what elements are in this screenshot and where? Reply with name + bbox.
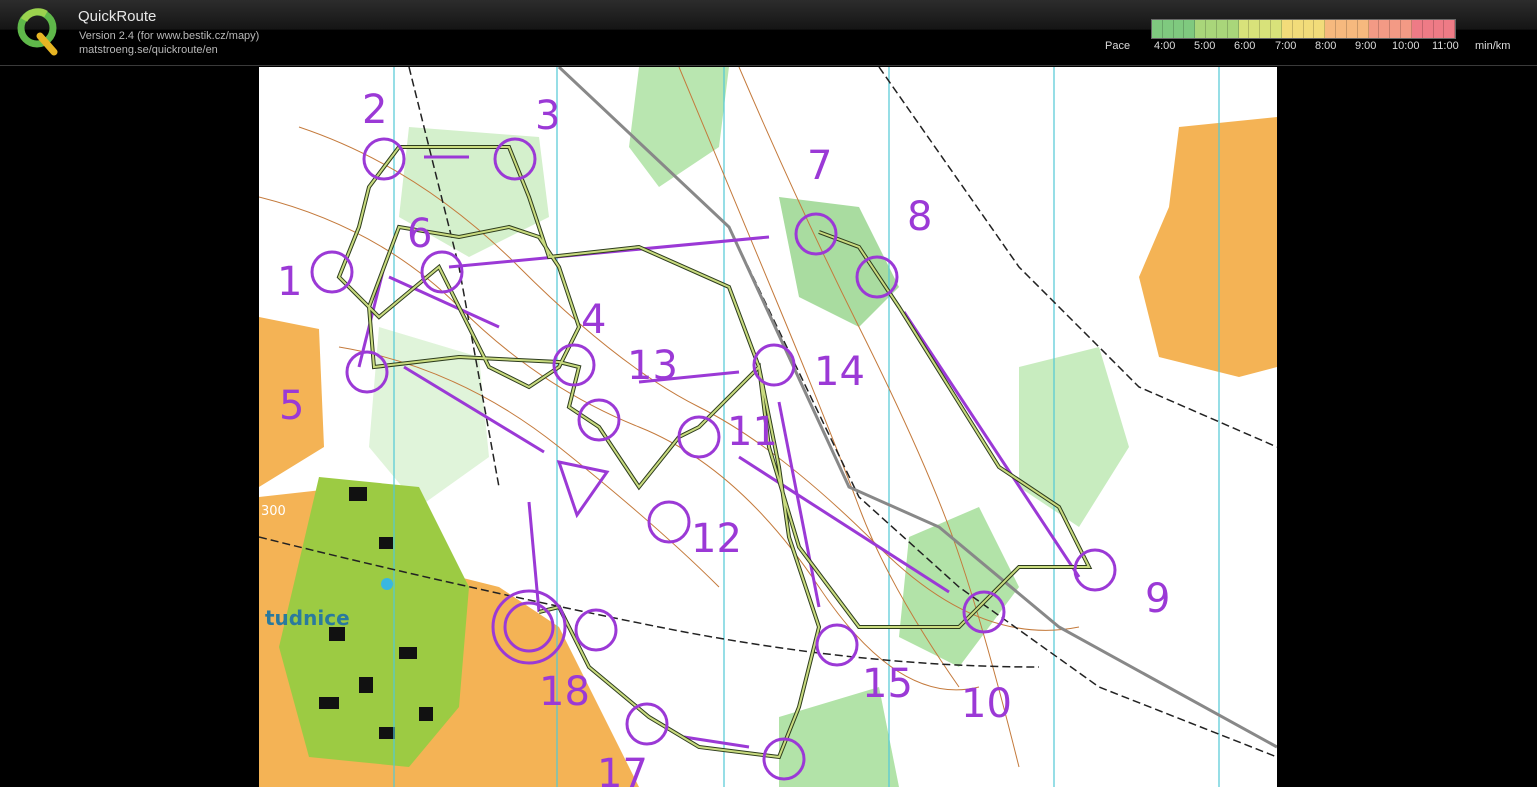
pace-color-segment [1368,20,1380,38]
control-number: 4 [581,297,606,343]
control-number: 17 [597,751,648,787]
orienteering-map[interactable]: tudnice 300 1 2 3 4 5 6 7 8 9 10 11 12 1… [259,67,1277,787]
pace-color-segment [1260,20,1272,38]
pace-color-segment [1422,20,1434,38]
pace-color-segment [1216,20,1228,38]
pace-color-segment [1281,20,1293,38]
pace-color-segment [1173,20,1185,38]
control-number: 1 [277,259,302,305]
pace-color-segment [1162,20,1174,38]
control-number: 8 [907,194,932,240]
pace-color-segment [1390,20,1402,38]
pace-color-segment [1195,20,1207,38]
pace-tick: 8:00 [1315,40,1337,52]
control-number: 15 [862,661,913,707]
pace-color-segment [1249,20,1261,38]
pace-color-segment [1346,20,1358,38]
control-number: 13 [627,343,678,389]
contour-label: 300 [261,504,286,519]
pace-color-segment [1227,20,1239,38]
map-canvas[interactable]: tudnice 300 1 2 3 4 5 6 7 8 9 10 11 12 1… [259,67,1277,787]
pace-tick: 4:00 [1154,40,1176,52]
pace-color-segment [1325,20,1337,38]
control-number: 3 [535,93,560,139]
pace-color-segment [1444,20,1456,38]
pace-color-segment [1433,20,1445,38]
control-number: 12 [691,516,742,562]
control-number: 11 [727,409,778,455]
app-header: QuickRoute Version 2.4 (for www.bestik.c… [0,0,1537,66]
pace-color-segment [1184,20,1196,38]
pace-color-segment [1152,20,1163,38]
pace-color-segment [1379,20,1391,38]
pace-color-segment [1401,20,1412,38]
pace-tick: 6:00 [1234,40,1256,52]
pace-color-segment [1314,20,1326,38]
pace-unit: min/km [1475,40,1511,52]
pace-label: Pace [1105,40,1131,52]
pace-color-segment [1336,20,1347,38]
pace-tick: 11:00 [1432,40,1459,52]
pace-color-segment [1303,20,1315,38]
pace-color-segment [1411,20,1423,38]
control-number: 6 [407,211,432,257]
control-number: 14 [814,349,865,395]
control-number: 9 [1145,576,1170,622]
place-label: tudnice [265,606,350,630]
app-title: QuickRoute [78,8,157,25]
control-number: 10 [961,681,1012,727]
pace-color-segment [1271,20,1282,38]
pace-color-segment [1357,20,1369,38]
control-number: 2 [362,87,387,133]
control-number: 5 [279,383,304,429]
control-number: 18 [539,669,590,715]
pace-tick: 10:00 [1392,40,1420,52]
quickroute-logo-icon [17,8,58,56]
pace-tick: 9:00 [1355,40,1377,52]
app-url-link[interactable]: matstroeng.se/quickroute/en [79,44,218,56]
app-version: Version 2.4 (for www.bestik.cz/mapy) [79,30,260,42]
control-number: 7 [807,143,832,189]
pace-color-segment [1238,20,1250,38]
pace-color-scale [1151,19,1456,39]
pace-color-segment [1206,20,1217,38]
pace-tick: 5:00 [1194,40,1216,52]
pace-color-segment [1292,20,1304,38]
pace-tick: 7:00 [1275,40,1297,52]
